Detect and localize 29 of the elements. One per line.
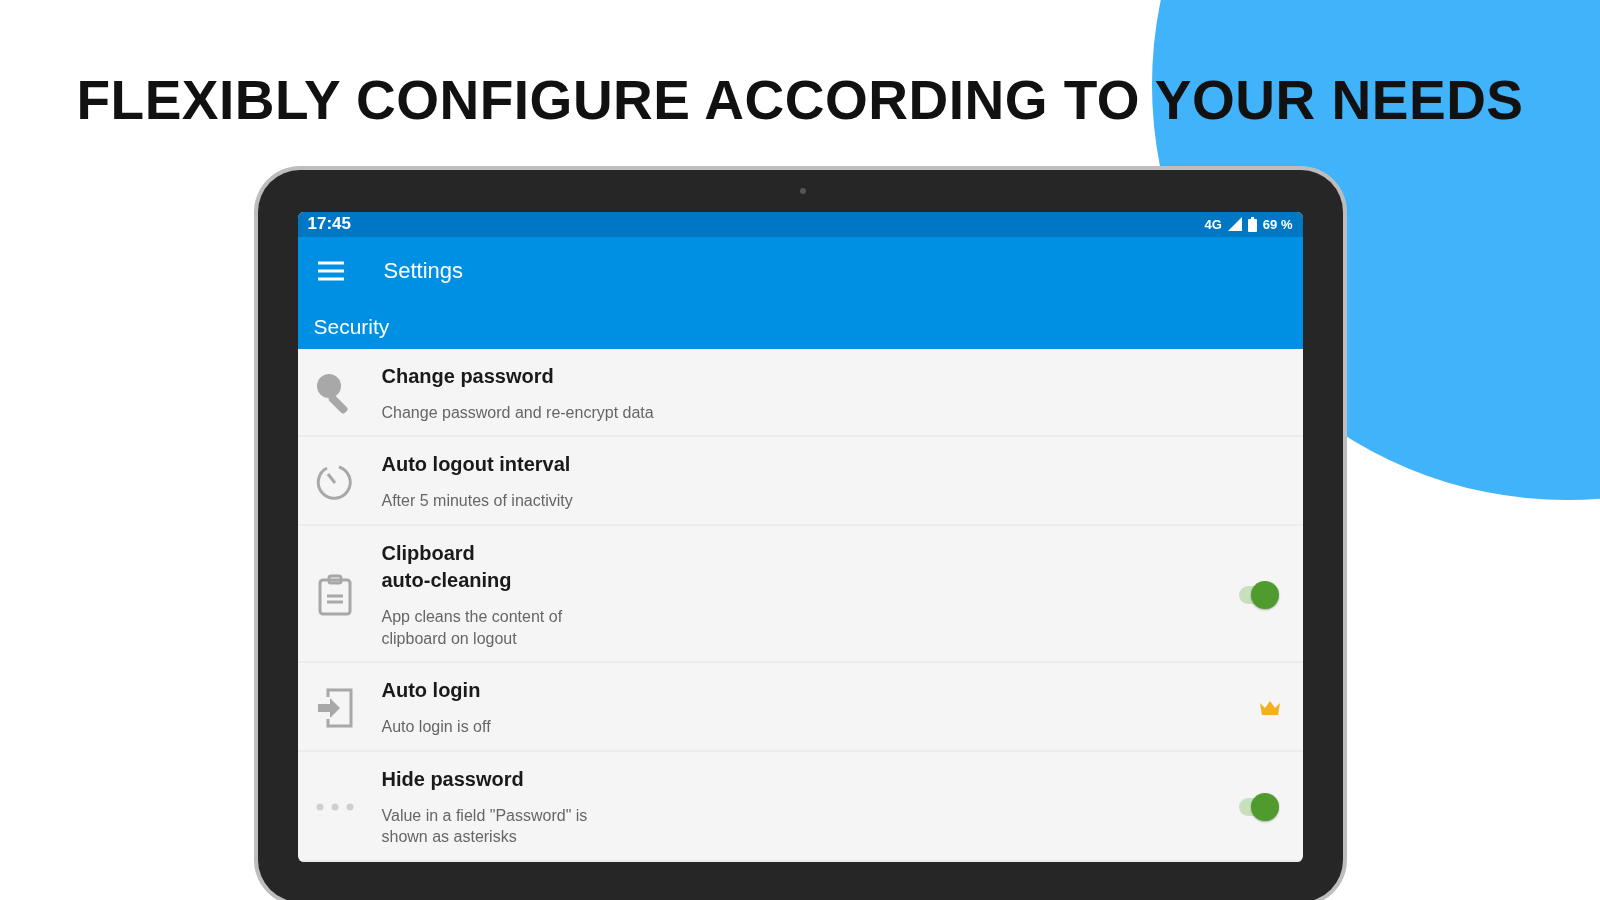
setting-title: Auto login: [381, 678, 482, 704]
settings-item[interactable]: Auto logout interval After 5 minutes of inactivity: [297, 437, 1303, 527]
setting-summary: Auto login is off: [381, 717, 492, 738]
setting-title: Change password: [381, 363, 555, 389]
signal-icon: [1227, 217, 1242, 232]
settings-item[interactable]: Change password Change password and re-encrypt data: [297, 348, 1303, 438]
setting-summary: After 5 minutes of inactivity: [381, 491, 574, 512]
settings-item[interactable]: Clipboard auto-cleaning App cleans the content of clipboard on logout: [297, 526, 1303, 664]
setting-summary: Value in a field "Password" is shown as asterisks: [381, 805, 589, 848]
section-title: Security: [313, 314, 390, 339]
menu-icon[interactable]: [317, 260, 344, 281]
login-icon: [315, 686, 354, 729]
battery-icon: [1247, 216, 1257, 232]
status-time: 17:45: [307, 214, 351, 235]
app-bar-title: Settings: [383, 257, 463, 284]
setting-title: Clipboard auto-cleaning: [381, 541, 513, 594]
setting-summary: Change password and re-encrypt data: [381, 402, 655, 423]
settings-item[interactable]: Auto login Auto login is off: [297, 663, 1303, 752]
headline: FLEXIBLY CONFIGURE ACCORDING TO YOUR NEEDS: [76, 68, 1524, 132]
dots-icon: [314, 801, 355, 812]
network-label: 4G: [1204, 216, 1222, 232]
setting-title: Hide password: [381, 766, 525, 792]
camera-icon: [800, 188, 806, 194]
setting-title: Auto logout interval: [381, 452, 572, 478]
clipboard-icon: [317, 573, 352, 616]
settings-item[interactable]: Hide password Value in a field "Password" is shown as asterisks: [297, 751, 1303, 862]
battery-level: 69 %: [1262, 216, 1293, 232]
crown-icon: [1258, 699, 1281, 716]
setting-summary: App cleans the content of clipboard on logout: [381, 607, 564, 649]
